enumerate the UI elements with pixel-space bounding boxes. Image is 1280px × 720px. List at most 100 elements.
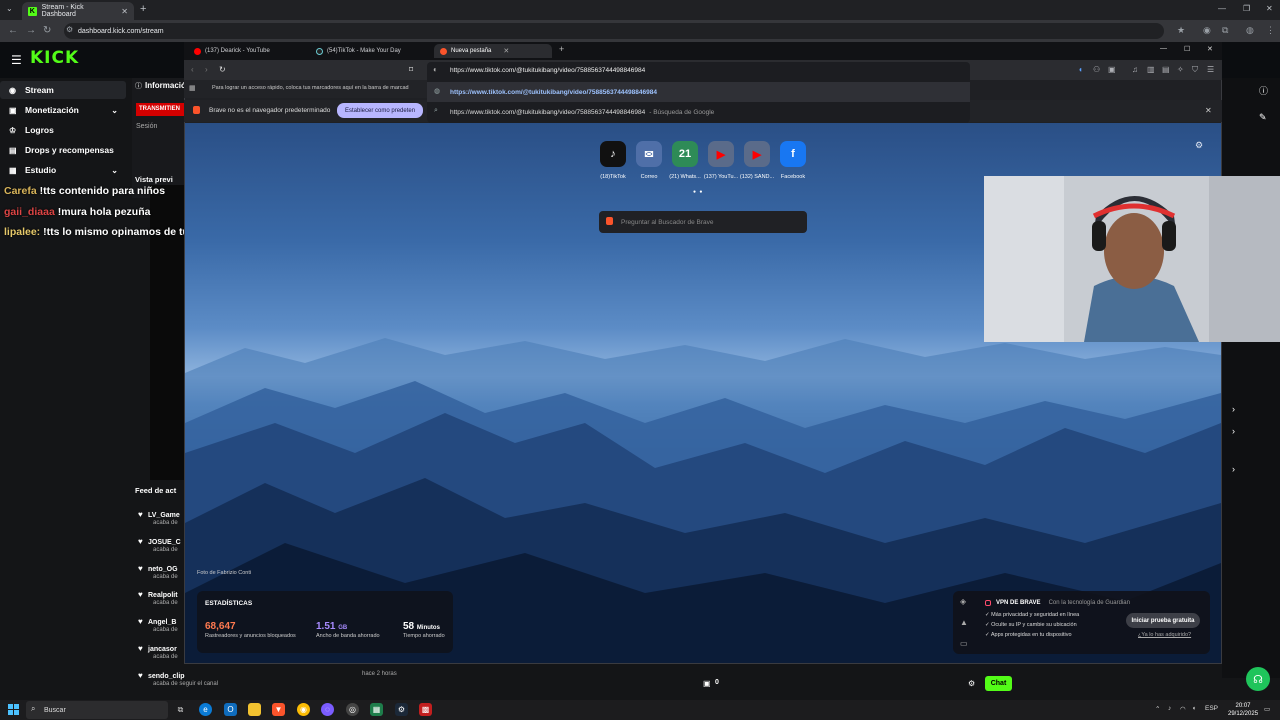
sidebar-item-label: Estudio bbox=[25, 165, 57, 175]
sidebar-item-logros[interactable]: ♔ Logros bbox=[0, 121, 126, 139]
sidebar-item-stream[interactable]: ◉ Stream bbox=[0, 81, 126, 99]
chevron-right-icon[interactable]: › bbox=[1232, 464, 1235, 474]
music-icon[interactable]: ♫ bbox=[1132, 65, 1138, 74]
puzzle-icon[interactable]: ⧉ bbox=[1222, 25, 1228, 36]
taskbar-clock[interactable]: 20:07 29/12/2025 bbox=[1228, 702, 1258, 718]
broadcast-icon: ◉ bbox=[9, 85, 16, 95]
chrome-taskbar-icon[interactable]: ◉ bbox=[297, 703, 310, 716]
sidebar-item-estudio[interactable]: ▦ Estudio ⌄ bbox=[0, 161, 126, 179]
close-window-icon[interactable]: ✕ bbox=[1207, 45, 1213, 53]
speed-dial-whatsapp[interactable]: 21 bbox=[672, 141, 698, 167]
restore-icon[interactable]: ❐ bbox=[1243, 4, 1250, 13]
profile-avatar[interactable]: ◍ bbox=[1246, 25, 1254, 36]
obs-icon[interactable]: ◎ bbox=[346, 703, 359, 716]
sidebar-item-drops[interactable]: ▤ Drops y recompensas bbox=[0, 141, 126, 159]
audio-icon[interactable]: ◖ bbox=[1078, 65, 1083, 74]
site-info-icon[interactable]: ⚙ bbox=[66, 25, 73, 34]
edge-icon[interactable]: e bbox=[199, 703, 212, 716]
chrome-address-bar[interactable]: dashboard.kick.com/stream bbox=[64, 23, 1164, 39]
brave-tab-youtube[interactable]: (137) Dearick - YouTube bbox=[188, 44, 306, 58]
minimize-icon[interactable]: — bbox=[1160, 45, 1167, 52]
brave-url-input[interactable]: https://www.tiktok.com/@tukitukibang/vid… bbox=[450, 67, 645, 74]
studio-icon: ▦ bbox=[9, 165, 17, 175]
kick-logo[interactable]: KICK bbox=[30, 48, 79, 68]
screenshot-icon[interactable]: ▣ bbox=[1108, 65, 1116, 74]
steam-icon[interactable]: ⚙ bbox=[395, 703, 408, 716]
notification-icon[interactable]: ▭ bbox=[1264, 705, 1270, 713]
speed-dial-correo[interactable]: ✉ bbox=[636, 141, 662, 167]
language-indicator[interactable]: ESP bbox=[1205, 705, 1218, 712]
taskbar-search[interactable]: Buscar bbox=[26, 701, 168, 719]
forward-arrow-icon[interactable]: → bbox=[26, 25, 36, 36]
close-window-icon[interactable]: ✕ bbox=[1266, 4, 1273, 13]
tab-search-chevron-icon[interactable]: ⌄ bbox=[6, 4, 13, 13]
microphone-icon[interactable]: ♪ bbox=[1168, 705, 1171, 712]
back-arrow-icon[interactable]: ‹ bbox=[191, 65, 194, 74]
leo-icon[interactable]: ✧ bbox=[1177, 65, 1184, 74]
set-default-button[interactable]: Establecer como predeten bbox=[337, 103, 423, 118]
start-menu-icon[interactable] bbox=[8, 704, 19, 715]
reload-icon[interactable]: ↻ bbox=[43, 25, 51, 36]
reload-icon[interactable]: ↻ bbox=[219, 65, 226, 74]
settings-gear-icon[interactable]: ⚙ bbox=[968, 679, 975, 688]
brave-tab-new[interactable]: Nueva pestaña ✕ bbox=[434, 44, 552, 58]
maximize-icon[interactable]: ☐ bbox=[1184, 45, 1190, 53]
mail-icon: ✉ bbox=[644, 148, 654, 161]
info-icon[interactable]: ⓘ bbox=[1259, 84, 1268, 97]
warning-icon[interactable]: ▲ bbox=[960, 618, 968, 627]
apps-grid-icon[interactable]: ▦ bbox=[189, 84, 196, 92]
already-purchased-link[interactable]: ¿Ya lo has adquirido? bbox=[1138, 632, 1191, 638]
forward-arrow-icon[interactable]: › bbox=[205, 65, 208, 74]
support-chat-icon[interactable]: ☊ bbox=[1246, 667, 1270, 691]
speed-dial-youtube-2[interactable]: ▶ bbox=[744, 141, 770, 167]
new-tab-button[interactable]: + bbox=[140, 3, 146, 15]
close-infobar-icon[interactable]: ✕ bbox=[1205, 106, 1212, 115]
chrome-tab-kick-dashboard[interactable]: K Stream - Kick Dashboard ✕ bbox=[22, 2, 134, 20]
page-dots[interactable]: ● ● bbox=[693, 189, 703, 195]
chat-send-button[interactable]: Chat bbox=[985, 676, 1012, 691]
customize-gear-icon[interactable]: ⚙ bbox=[1195, 140, 1203, 151]
suggestion-row[interactable]: https://www.tiktok.com/@tukitukibang/vid… bbox=[427, 82, 970, 102]
wifi-icon[interactable]: ◠ bbox=[1180, 705, 1186, 713]
menu-dots-icon[interactable]: ⋮ bbox=[1266, 25, 1275, 36]
outlook-icon[interactable]: O bbox=[224, 703, 237, 716]
gift-icon[interactable]: ▣ bbox=[703, 679, 711, 688]
close-icon[interactable]: ✕ bbox=[121, 7, 128, 16]
vpn-feature: ✓ Más privacidad y seguridad en línea bbox=[985, 612, 1080, 618]
hamburger-menu-icon[interactable]: ☰ bbox=[11, 53, 22, 67]
close-icon[interactable]: ✕ bbox=[503, 47, 509, 55]
pencil-icon[interactable]: ✎ bbox=[1259, 112, 1267, 123]
rewards-icon[interactable]: ◈ bbox=[960, 597, 966, 606]
bookmark-star-icon[interactable]: ★ bbox=[1177, 25, 1185, 36]
bookmark-icon[interactable]: ⌑ bbox=[409, 65, 413, 74]
messenger-icon[interactable]: ◌ bbox=[321, 703, 334, 716]
chevron-right-icon[interactable]: › bbox=[1232, 426, 1235, 436]
card-icon[interactable]: ▭ bbox=[960, 639, 968, 648]
suggestion-row[interactable]: https://www.tiktok.com/@tukitukibang/vid… bbox=[427, 102, 970, 122]
speed-dial-facebook[interactable]: f bbox=[780, 141, 806, 167]
start-trial-button[interactable]: Iniciar prueba gratuita bbox=[1126, 613, 1200, 628]
brave-new-tab-button[interactable]: + bbox=[559, 44, 564, 54]
brave-taskbar-icon[interactable]: ▼ bbox=[272, 703, 285, 716]
sidebar-icon[interactable]: ▥ bbox=[1147, 65, 1155, 74]
app-icon[interactable]: ▩ bbox=[419, 703, 432, 716]
back-arrow-icon[interactable]: ← bbox=[8, 25, 18, 36]
brave-tab-tiktok[interactable]: (54)TikTok - Make Your Day bbox=[310, 44, 432, 58]
brave-shield-icon[interactable]: ⛉ bbox=[1192, 65, 1198, 75]
menu-icon[interactable]: ☰ bbox=[1207, 65, 1214, 74]
tray-chevron-icon[interactable]: ⌃ bbox=[1155, 705, 1160, 713]
volume-icon[interactable]: ◖ bbox=[1192, 705, 1196, 712]
speed-dial-youtube-1[interactable]: ▶ bbox=[708, 141, 734, 167]
tabs-icon[interactable]: ▤ bbox=[1162, 65, 1170, 74]
brave-search-box[interactable]: Preguntar al Buscador de Brave bbox=[599, 211, 807, 233]
extension-icon[interactable]: ◉ bbox=[1203, 25, 1211, 36]
sidebar-item-monetizacion[interactable]: ▣ Monetización ⌄ bbox=[0, 101, 126, 119]
chevron-right-icon[interactable]: › bbox=[1232, 404, 1235, 414]
speed-dial-tiktok[interactable]: ♪ bbox=[600, 141, 626, 167]
file-explorer-icon[interactable] bbox=[248, 703, 261, 716]
calculator-icon[interactable]: ▦ bbox=[370, 703, 383, 716]
minimize-icon[interactable]: — bbox=[1218, 4, 1226, 13]
task-view-icon[interactable]: ⧉ bbox=[174, 703, 187, 716]
share-icon[interactable]: ⚇ bbox=[1093, 65, 1100, 74]
brave-lion-icon bbox=[193, 106, 200, 114]
